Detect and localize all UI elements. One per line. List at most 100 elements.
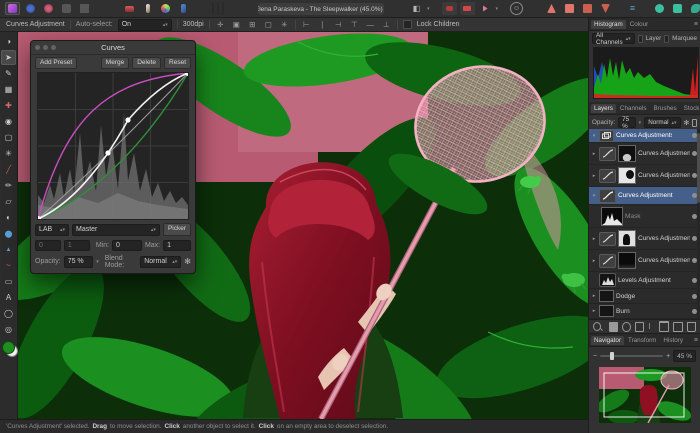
align-bottom-icon[interactable]: ⊥ (381, 20, 392, 29)
picker-button[interactable]: Picker (162, 223, 191, 236)
gear-icon[interactable]: ✻ (684, 119, 690, 127)
clone-tool[interactable]: ◉ (1, 114, 16, 129)
min-field[interactable]: 0 (112, 239, 142, 251)
chevron-down-icon[interactable]: ▾ (639, 120, 642, 126)
alignment-icon[interactable]: ≡ (625, 2, 640, 15)
search-icon[interactable] (593, 322, 601, 331)
expand-caret-icon[interactable]: ▸ (591, 293, 597, 299)
mask-thumbnail[interactable] (618, 145, 636, 162)
brush-quick-icon[interactable] (140, 2, 155, 15)
zoom-slider[interactable] (600, 352, 664, 360)
blend-mode-dropdown[interactable]: Normal ▴▾ (140, 255, 182, 268)
boolean-subtract-icon[interactable] (670, 2, 685, 15)
expand-caret-icon[interactable]: ▸ (591, 258, 597, 264)
expand-caret-icon[interactable]: ▸ (591, 236, 597, 242)
expand-caret-icon[interactable]: ▸ (591, 173, 597, 179)
foreground-color-swatch[interactable] (1, 341, 15, 354)
layer-row[interactable]: ▸ Curves Adjustment (589, 143, 700, 165)
flood-select-tool[interactable]: ✳ (1, 146, 16, 161)
trash-icon[interactable] (686, 321, 696, 332)
move-tool[interactable]: ➤ (1, 50, 16, 65)
mask-thumbnail[interactable] (618, 167, 636, 184)
tab-colour[interactable]: Colour (627, 20, 652, 29)
layer-row-mask[interactable]: Mask (589, 205, 700, 228)
rectangle-tool[interactable]: ▭ (1, 274, 16, 289)
transform-bounds-icon[interactable]: ⊞ (247, 20, 258, 29)
layer-row-levels[interactable]: Levels Adjustment (589, 272, 700, 289)
colorspace-dropdown[interactable]: LAB ▴▾ (35, 223, 69, 236)
panel-menu-icon[interactable]: ≡ (694, 337, 698, 344)
color-picker-tool[interactable]: ✎ (1, 66, 16, 81)
tab-navigator[interactable]: Navigator (591, 335, 624, 345)
tab-history[interactable]: History (660, 336, 686, 345)
document-title-pill[interactable]: Elena Paraskeva - The Sleepwalker (45.0%… (258, 3, 384, 15)
panel-menu-icon[interactable]: ≡ (694, 21, 698, 28)
adjustment-icon[interactable] (622, 321, 631, 332)
export-persona-icon[interactable] (77, 2, 92, 15)
color-cycle-icon[interactable]: ◑ (1, 34, 16, 49)
pixel-tool[interactable]: ✏ (1, 178, 16, 193)
opacity-dropdown[interactable]: 75 % (63, 255, 94, 268)
pen-quick-icon[interactable] (176, 2, 191, 15)
curves-dialog[interactable]: Curves Add Preset Merge Delete Reset LAB… (30, 40, 196, 274)
lock-children-checkbox[interactable] (402, 20, 412, 29)
marquee-checkbox[interactable] (664, 34, 670, 43)
cycle-selection-icon[interactable]: ▣ (231, 20, 242, 29)
mask-thumbnail[interactable] (618, 252, 636, 269)
move-snap-icon[interactable] (478, 2, 493, 15)
arrange-front-icon[interactable] (544, 2, 559, 15)
liquify-persona-icon[interactable] (23, 2, 38, 15)
eraser-tool[interactable]: ▱ (1, 194, 16, 209)
layer-row[interactable]: ▸ Curves Adjustment (589, 165, 700, 187)
tone-map-persona-icon[interactable] (59, 2, 74, 15)
channel-dropdown[interactable]: Master ▴▾ (72, 223, 160, 236)
layer-row-selected[interactable]: ▾ Curves Adjustment (589, 187, 700, 205)
zoom-in-button[interactable]: + (666, 353, 670, 360)
snap-caret-icon[interactable]: ▾ (496, 6, 499, 12)
photo-persona-icon[interactable] (5, 2, 20, 15)
open-icon[interactable] (122, 2, 137, 15)
input-field[interactable]: 0 (35, 239, 61, 251)
hide-selection-icon[interactable]: ▢ (263, 20, 274, 29)
align-left-icon[interactable]: ⊢ (301, 20, 312, 29)
delete-button[interactable]: Delete (132, 57, 162, 70)
view-mode-icon[interactable]: ◧ (409, 2, 424, 15)
zoom-slider-handle[interactable] (610, 352, 615, 360)
selection-brush-tool[interactable]: ✚ (1, 98, 16, 113)
paint-brush-tool[interactable]: ╱ (1, 162, 16, 177)
tab-layers[interactable]: Layers (591, 103, 616, 113)
assistant-icon[interactable]: ☺ (510, 2, 524, 15)
expand-caret-icon[interactable]: ▸ (591, 151, 597, 157)
tab-channels[interactable]: Channels (617, 104, 650, 113)
curves-dialog-titlebar[interactable]: Curves (31, 41, 195, 55)
tab-brushes[interactable]: Brushes (651, 104, 680, 113)
arrange-forward-icon[interactable] (562, 2, 577, 15)
develop-persona-icon[interactable] (41, 2, 56, 15)
gear-icon[interactable]: ✻ (184, 257, 191, 266)
live-filter-icon[interactable] (634, 321, 645, 332)
layers-blend-dropdown[interactable]: Normal ▴▾ (644, 117, 681, 128)
rotate-left-icon[interactable] (212, 2, 214, 15)
mask-thumbnail[interactable] (618, 230, 636, 247)
max-field[interactable]: 1 (163, 239, 191, 251)
tab-histogram[interactable]: Histogram (591, 19, 626, 29)
layer-row-burn[interactable]: ▸ Burn (589, 304, 700, 319)
rotate-right-icon[interactable] (222, 2, 224, 15)
navigator-thumbnail[interactable] (589, 365, 700, 423)
arrange-back-icon[interactable] (598, 2, 613, 15)
merge-button[interactable]: Merge (100, 57, 130, 70)
boolean-add-icon[interactable] (652, 2, 667, 15)
channel-select-dropdown[interactable]: All Channels ▴▾ (592, 32, 635, 46)
layer-row[interactable]: ▸ Curves Adjustment (589, 228, 700, 250)
arrange-backward-icon[interactable] (580, 2, 595, 15)
pixel-thumbnail[interactable] (599, 290, 614, 302)
curves-graph[interactable] (37, 72, 189, 221)
expand-caret-icon[interactable]: ▾ (591, 193, 597, 199)
layer-row-group[interactable]: ▾ Curves Adjustments (589, 129, 700, 143)
transform-origin-icon[interactable]: ✛ (215, 20, 226, 29)
snapping-icon[interactable] (441, 2, 457, 15)
sharpen-tool[interactable]: ▲ (1, 242, 16, 257)
crop-tool[interactable]: ▦ (1, 82, 16, 97)
tab-transform[interactable]: Transform (625, 336, 659, 345)
lock-icon[interactable] (692, 118, 697, 127)
